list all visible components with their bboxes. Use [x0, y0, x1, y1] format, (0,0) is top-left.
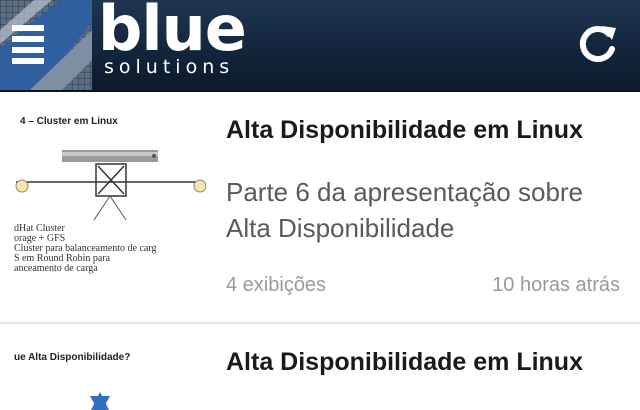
feed-item[interactable]: ue Alta Disponibilidade? Alta Disponibil… — [0, 326, 640, 410]
posted-time: 10 horas atrás — [492, 274, 620, 296]
brand-name: blue — [98, 0, 247, 65]
brand-logo: blue solutions — [98, 0, 247, 78]
app-header: blue solutions — [0, 0, 640, 92]
hamburger-menu-icon — [12, 25, 44, 64]
view-count: 4 exibições — [226, 274, 327, 296]
refresh-button[interactable] — [572, 20, 622, 70]
refresh-icon — [579, 26, 616, 63]
menu-button[interactable] — [6, 20, 64, 70]
slide-thumbnail[interactable]: 4 – Cluster em Linux dHat Cluster orage … — [14, 108, 206, 298]
cluster-diagram-icon — [15, 150, 206, 221]
feed-item[interactable]: 4 – Cluster em Linux dHat Cluster orage … — [0, 94, 640, 324]
brand-tagline: solutions — [104, 56, 235, 78]
item-description: Parte 6 da apresentação sobre Alta Dispo… — [226, 177, 584, 243]
thumbnail-text: dHat Cluster orage + GFS Cluster para ba… — [14, 224, 157, 274]
item-title[interactable]: Alta Disponibilidade em Linux — [226, 348, 626, 377]
item-title[interactable]: Alta Disponibilidade em Linux — [226, 116, 626, 145]
